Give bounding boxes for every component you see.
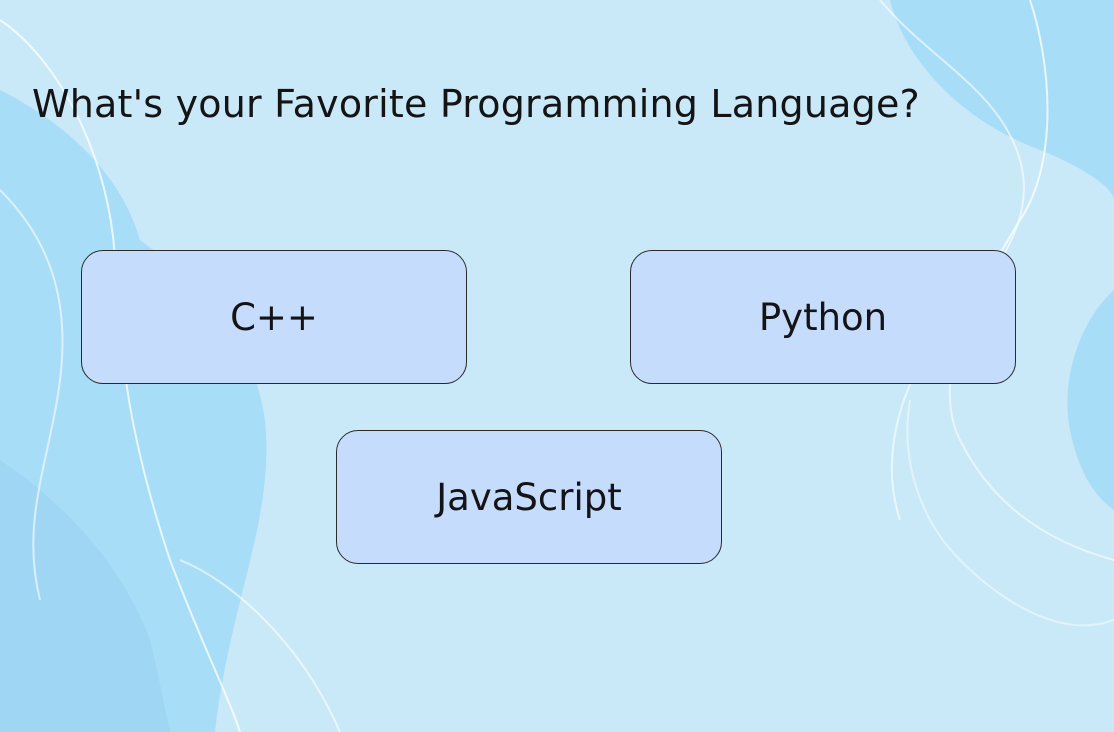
option-label: C++: [230, 295, 318, 339]
option-label: JavaScript: [436, 475, 622, 519]
option-javascript-button[interactable]: JavaScript: [336, 430, 722, 564]
option-label: Python: [758, 295, 888, 339]
top-right-blob-shape: [890, 0, 1114, 200]
option-python-button[interactable]: Python: [630, 250, 1016, 384]
right-blob-shape: [1067, 290, 1114, 510]
option-cpp-button[interactable]: C++: [81, 250, 467, 384]
question-title: What's your Favorite Programming Languag…: [32, 82, 920, 126]
